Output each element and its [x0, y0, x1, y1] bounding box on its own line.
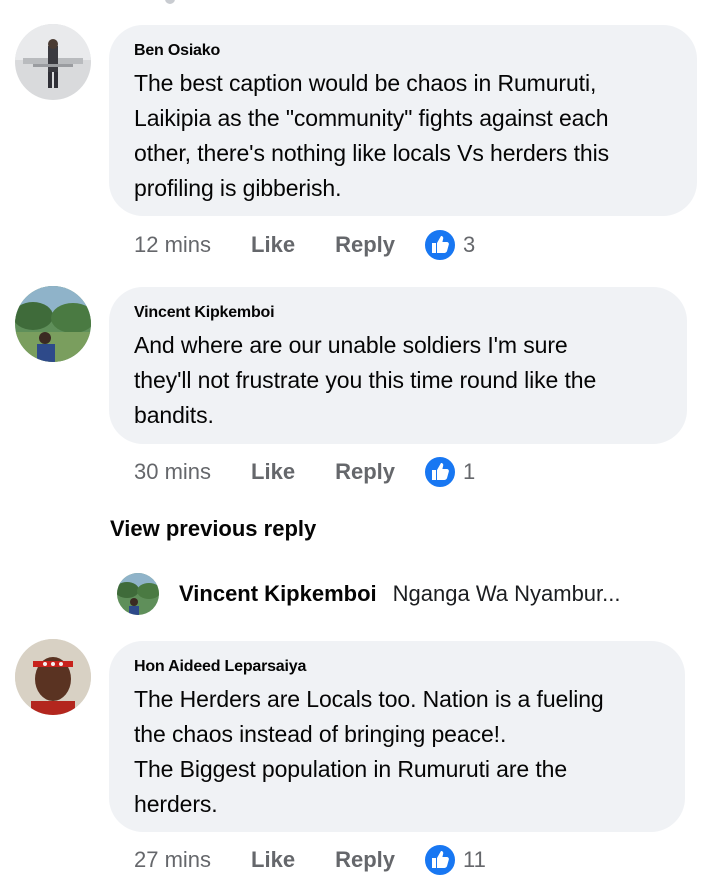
- reply-button[interactable]: Reply: [335, 847, 395, 873]
- comment-author[interactable]: Hon Aideed Leparsaiya: [134, 657, 661, 676]
- like-button[interactable]: Like: [251, 847, 295, 873]
- reply-button[interactable]: Reply: [335, 459, 395, 485]
- reaction-summary[interactable]: 3: [423, 228, 475, 262]
- avatar[interactable]: [15, 639, 91, 715]
- like-button[interactable]: Like: [251, 459, 295, 485]
- thumbs-up-icon: [423, 228, 457, 262]
- reaction-summary[interactable]: 11: [423, 843, 486, 877]
- view-previous-reply-link[interactable]: View previous reply: [110, 516, 316, 542]
- comment-actions: 12 mins Like Reply 3: [134, 228, 475, 262]
- reaction-count: 1: [463, 459, 476, 484]
- comment-bubble: Ben Osiako The best caption would be cha…: [109, 25, 697, 216]
- avatar[interactable]: [15, 286, 91, 362]
- avatar[interactable]: [15, 24, 91, 100]
- reaction-count: 11: [463, 847, 486, 872]
- like-button[interactable]: Like: [251, 232, 295, 258]
- thumbs-up-icon: [423, 843, 457, 877]
- comment-bubble: Hon Aideed Leparsaiya The Herders are Lo…: [109, 641, 685, 832]
- comment-author[interactable]: Ben Osiako: [134, 41, 673, 60]
- previous-avatar-edge: [165, 0, 175, 4]
- comment-timestamp[interactable]: 30 mins: [134, 459, 211, 485]
- comment-text: The best caption would be chaos in Rumur…: [134, 70, 609, 201]
- thumbs-up-icon: [423, 455, 457, 489]
- comment-bubble: Vincent Kipkemboi And where are our unab…: [109, 287, 687, 444]
- reply-preview[interactable]: Vincent Kipkemboi Nganga Wa Nyambur...: [117, 572, 620, 616]
- avatar[interactable]: [117, 573, 159, 615]
- reply-button[interactable]: Reply: [335, 232, 395, 258]
- comment-timestamp[interactable]: 12 mins: [134, 232, 211, 258]
- comment-timestamp[interactable]: 27 mins: [134, 847, 211, 873]
- reply-author[interactable]: Vincent Kipkemboi: [179, 581, 377, 607]
- reaction-count: 3: [463, 232, 476, 257]
- comment-author[interactable]: Vincent Kipkemboi: [134, 303, 663, 322]
- comment-actions: 30 mins Like Reply 1: [134, 455, 475, 489]
- comment-text: And where are our unable soldiers I'm su…: [134, 332, 597, 428]
- comment-text: The Herders are Locals too. Nation is a …: [134, 686, 604, 817]
- reply-text: Nganga Wa Nyambur...: [392, 581, 621, 606]
- comment-actions: 27 mins Like Reply 11: [134, 843, 486, 877]
- reaction-summary[interactable]: 1: [423, 455, 475, 489]
